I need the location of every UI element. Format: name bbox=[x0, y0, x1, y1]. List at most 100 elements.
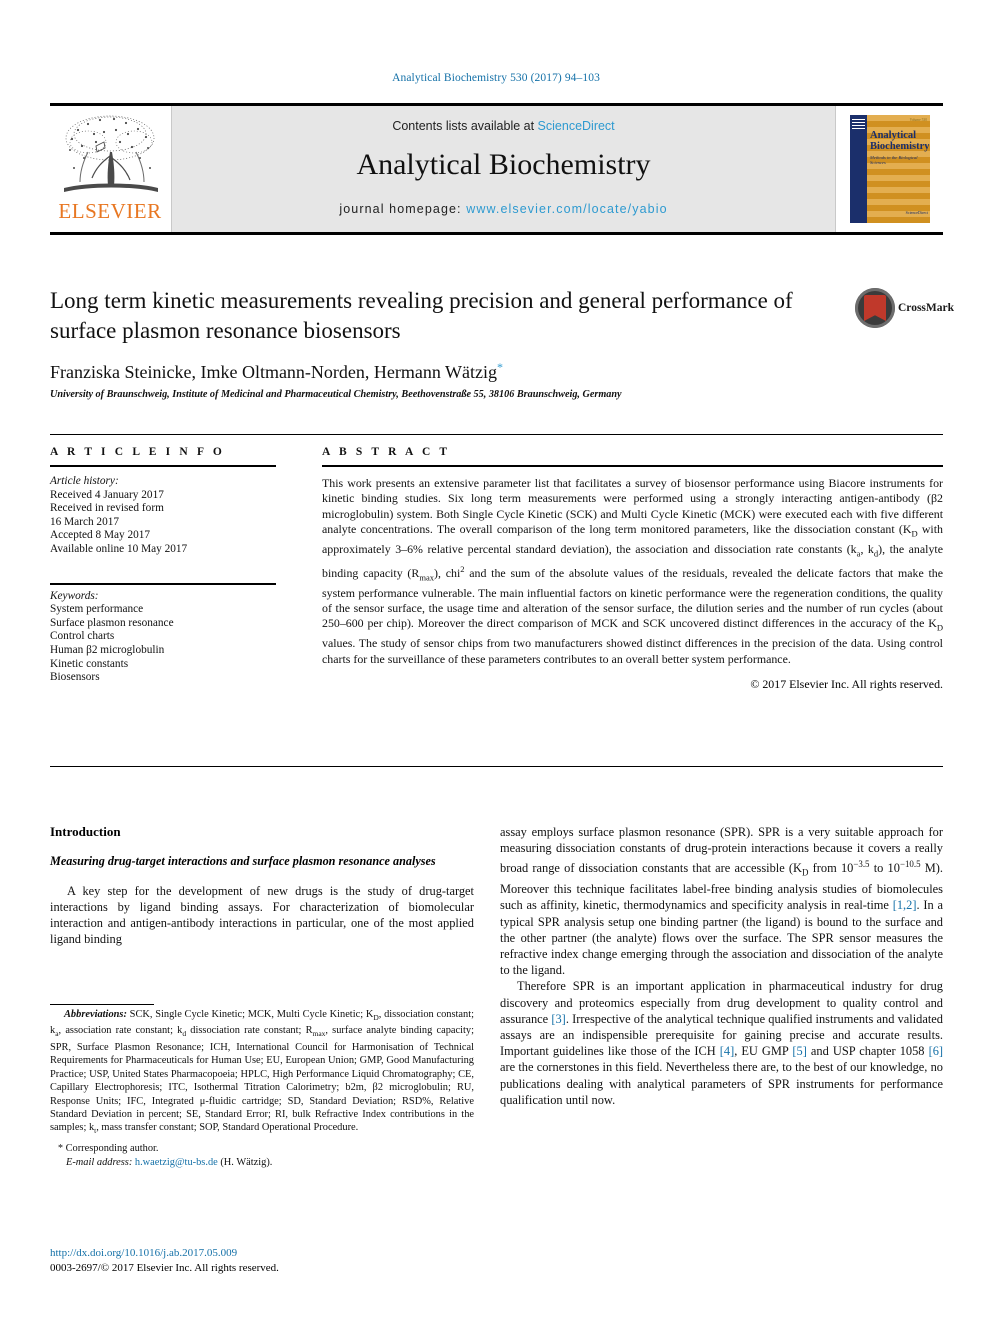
elsevier-logo: ELSEVIER bbox=[50, 106, 172, 232]
cover-art: Volume 530 Analytical Biochemistry Metho… bbox=[850, 115, 930, 223]
abstract-part: ), chi bbox=[434, 565, 461, 580]
authors-names: Franziska Steinicke, Imke Oltmann-Norden… bbox=[50, 362, 498, 382]
para-part: from 10 bbox=[808, 861, 854, 876]
abbreviations-note: Abbreviations: SCK, Single Cycle Kinetic… bbox=[50, 1008, 474, 1138]
keyword-item: Control charts bbox=[50, 630, 115, 643]
corresponding-author-note: * Corresponding author. bbox=[58, 1142, 474, 1156]
citation-link-5[interactable]: [5] bbox=[792, 1044, 806, 1058]
issn-copyright-line: 0003-2697/© 2017 Elsevier Inc. All right… bbox=[50, 1262, 279, 1274]
abbr-part: dissociation rate constant; R bbox=[186, 1025, 313, 1037]
introduction-subheading: Measuring drug-target interactions and s… bbox=[50, 854, 436, 868]
history-item: Received 4 January 2017 bbox=[50, 488, 164, 501]
abbr-part: , association rate constant; k bbox=[58, 1025, 183, 1037]
keyword-item: Biosensors bbox=[50, 671, 100, 684]
para-part: , EU GMP bbox=[734, 1044, 793, 1059]
footnotes-block: Abbreviations: SCK, Single Cycle Kinetic… bbox=[50, 1008, 474, 1169]
abstract-part: , k bbox=[860, 542, 874, 556]
body-paragraph: assay employs surface plasmon resonance … bbox=[500, 824, 943, 978]
page-title: Long term kinetic measurements revealing… bbox=[50, 288, 793, 343]
elsevier-tree-icon bbox=[58, 112, 164, 198]
body-left-column: Introduction Measuring drug-target inter… bbox=[50, 824, 474, 947]
abstract-underline bbox=[322, 465, 943, 467]
body-right-column: assay employs surface plasmon resonance … bbox=[500, 824, 943, 1108]
crossmark-badge[interactable]: CrossMark bbox=[855, 288, 954, 334]
homepage-prefix: journal homepage: bbox=[339, 202, 467, 216]
abstract-copyright: © 2017 Elsevier Inc. All rights reserved… bbox=[750, 676, 943, 691]
abbr-part: , mass transfer constant; SOP, Standard … bbox=[96, 1122, 359, 1134]
history-item: 16 March 2017 bbox=[50, 515, 120, 528]
keyword-item: Human β2 microglobulin bbox=[50, 643, 165, 656]
affiliation: University of Braunschweig, Institute of… bbox=[50, 389, 622, 400]
homepage-url-link[interactable]: www.elsevier.com/locate/yabio bbox=[466, 202, 667, 216]
para-sup: −10.5 bbox=[899, 859, 921, 870]
abbr-sub: max bbox=[312, 1029, 326, 1039]
citation-link-6[interactable]: [6] bbox=[929, 1044, 943, 1058]
masthead-center: Contents lists available at ScienceDirec… bbox=[172, 106, 835, 232]
abstract-sub: max bbox=[419, 572, 435, 583]
keyword-item: Kinetic constants bbox=[50, 657, 129, 670]
journal-homepage-line: journal homepage: www.elsevier.com/locat… bbox=[172, 202, 835, 216]
history-item: Available online 10 May 2017 bbox=[50, 542, 188, 555]
journal-masthead: ELSEVIER Contents lists available at Sci… bbox=[50, 103, 943, 235]
history-item: Accepted 8 May 2017 bbox=[50, 529, 151, 542]
masthead-bottom-rule bbox=[50, 232, 943, 235]
cover-subtitle: Methods in the Biological Sciences bbox=[870, 155, 918, 165]
article-info-underline bbox=[50, 465, 276, 467]
para-part: to 10 bbox=[869, 861, 900, 876]
email-label: E-mail address: bbox=[66, 1156, 133, 1168]
elsevier-wordmark: ELSEVIER bbox=[58, 199, 162, 223]
running-head: Analytical Biochemistry 530 (2017) 94–10… bbox=[392, 72, 600, 84]
cover-title: Analytical Biochemistry bbox=[870, 130, 930, 152]
corresponding-author-marker: * bbox=[497, 360, 504, 374]
email-note: E-mail address: h.waetzig@tu-bs.de (H. W… bbox=[66, 1156, 474, 1169]
cover-spine bbox=[850, 115, 867, 223]
keyword-item: System performance bbox=[50, 603, 144, 616]
keywords-label: Keywords: bbox=[50, 589, 99, 602]
doi-link[interactable]: http://dx.doi.org/10.1016/j.ab.2017.05.0… bbox=[50, 1247, 237, 1259]
contents-prefix: Contents lists available at bbox=[392, 119, 538, 133]
email-link[interactable]: h.waetzig@tu-bs.de bbox=[135, 1157, 218, 1168]
abstract-text: This work presents an extensive paramete… bbox=[322, 476, 943, 667]
email-suffix: (H. Wätzig). bbox=[217, 1156, 273, 1168]
cover-title-line2: Biochemistry bbox=[870, 141, 930, 152]
citation-link-1-2[interactable]: [1,2] bbox=[893, 898, 917, 912]
abstract-sub: D bbox=[936, 622, 943, 633]
cover-footer-label: ScienceDirect bbox=[905, 210, 928, 215]
abstract-heading: A B S T R A C T bbox=[322, 446, 451, 458]
sciencedirect-link[interactable]: ScienceDirect bbox=[538, 119, 615, 133]
abstract-column: A B S T R A C T This work presents an ex… bbox=[322, 446, 943, 692]
title-block: Long term kinetic measurements revealing… bbox=[50, 286, 943, 400]
cover-volume-label: Volume 530 bbox=[909, 118, 927, 122]
para-part: are the cornerstones in this field. Neve… bbox=[500, 1060, 943, 1107]
abstract-part: values. The study of sensor chips from t… bbox=[322, 636, 943, 666]
article-history-block: Article history: Received 4 January 2017… bbox=[50, 475, 276, 557]
author-list: Franziska Steinicke, Imke Oltmann-Norden… bbox=[50, 360, 943, 383]
contents-available-line: Contents lists available at ScienceDirec… bbox=[172, 119, 835, 133]
keywords-block: Keywords: System performance Surface pla… bbox=[50, 582, 276, 685]
crossmark-icon bbox=[855, 288, 895, 328]
keywords-rule bbox=[50, 582, 276, 585]
info-region-bottom-rule bbox=[50, 766, 943, 767]
body-paragraph: A key step for the development of new dr… bbox=[50, 883, 474, 947]
bottom-metadata: http://dx.doi.org/10.1016/j.ab.2017.05.0… bbox=[50, 1246, 474, 1276]
article-history-label: Article history: bbox=[50, 475, 119, 487]
info-region-top-rule bbox=[50, 434, 943, 435]
cover-elsevier-mark-icon bbox=[852, 119, 865, 131]
abbr-part: , surface analyte binding capacity; SPR,… bbox=[50, 1025, 475, 1134]
keyword-item: Surface plasmon resonance bbox=[50, 616, 174, 629]
citation-link-4[interactable]: [4] bbox=[720, 1044, 734, 1058]
abstract-part: This work presents an extensive paramete… bbox=[322, 476, 943, 537]
para-sup: −3.5 bbox=[853, 859, 870, 870]
crossmark-label: CrossMark bbox=[898, 302, 955, 314]
corresponding-text: Corresponding author. bbox=[63, 1142, 159, 1154]
article-info-column: A R T I C L E I N F O Article history: R… bbox=[50, 446, 276, 685]
body-paragraph: Therefore SPR is an important applicatio… bbox=[500, 978, 943, 1108]
para-part: and USP chapter 1058 bbox=[806, 1044, 929, 1059]
cover-title-line1: Analytical bbox=[870, 130, 917, 141]
citation-link-3[interactable]: [3] bbox=[551, 1012, 565, 1026]
introduction-heading: Introduction bbox=[50, 824, 121, 839]
abbr-part: SCK, Single Cycle Kinetic; MCK, Multi Cy… bbox=[126, 1009, 374, 1020]
journal-title: Analytical Biochemistry bbox=[356, 148, 651, 181]
journal-cover-thumbnail[interactable]: Volume 530 Analytical Biochemistry Metho… bbox=[835, 106, 943, 232]
paper-page: Analytical Biochemistry 530 (2017) 94–10… bbox=[0, 0, 992, 1323]
